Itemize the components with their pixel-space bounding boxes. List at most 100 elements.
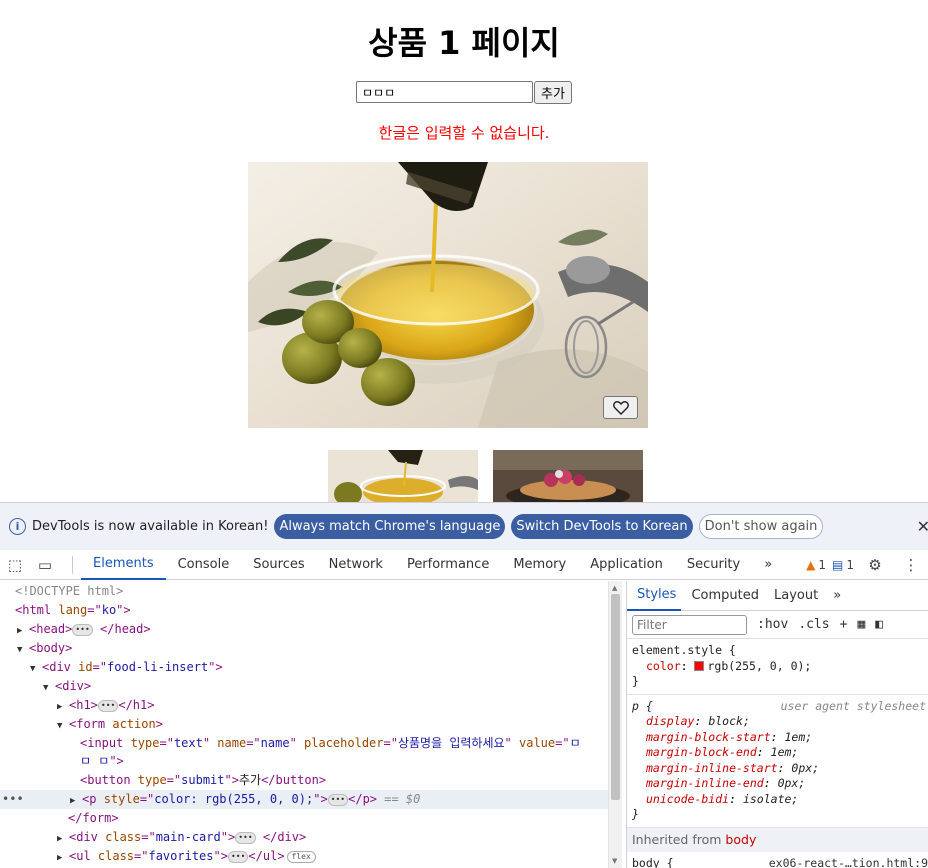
tab-performance[interactable]: Performance <box>395 550 501 580</box>
dont-show-again-button[interactable]: Don't show again <box>698 514 824 539</box>
ul-class-value: favorites <box>148 849 214 863</box>
dom-html[interactable]: <html lang="ko"> <box>15 601 131 620</box>
tab-computed[interactable]: Computed <box>681 581 764 611</box>
more-options-icon[interactable]: ⋮ <box>896 556 926 574</box>
decl-margin-inline-end: margin-inline-end: 0px; <box>646 776 806 790</box>
collapsed-ellipsis[interactable]: ••• <box>72 623 93 636</box>
tab-sources[interactable]: Sources <box>241 550 316 580</box>
body-rule: body { ex06-react-…tion.html:9 <box>627 852 928 868</box>
button-type-value: submit <box>181 773 225 787</box>
css-prop: margin-inline-end <box>646 776 764 790</box>
css-prop: margin-inline-start <box>646 760 778 775</box>
input-name-value: name <box>260 736 290 750</box>
css-prop: color <box>646 658 681 673</box>
styles-filter-input[interactable]: Filter <box>632 614 747 635</box>
device-toolbar-icon[interactable]: ▭ <box>30 556 60 574</box>
hover-state-toggle[interactable]: :hov <box>757 617 788 632</box>
input-value-part1: ㅁ <box>569 736 581 750</box>
css-val: 1em; <box>784 729 813 744</box>
dom-div-food-li-insert[interactable]: ▼ <div id="food-li-insert"> <box>30 658 223 677</box>
message-count: 1 <box>846 558 854 572</box>
color-swatch[interactable] <box>694 660 705 671</box>
messages-badge[interactable]: ▤ 1 <box>832 558 854 572</box>
add-button[interactable]: 추가 <box>534 81 572 104</box>
tab-security[interactable]: Security <box>675 550 752 580</box>
add-rule-icon[interactable]: + <box>840 617 848 632</box>
css-val: block; <box>708 714 750 728</box>
close-brace: } <box>632 807 639 821</box>
dom-p-selected[interactable]: ••• ▶ <p style="color: rgb(255, 0, 0);"> •… <box>0 790 608 809</box>
decl-margin-block-end: margin-block-end: 1em; <box>646 745 799 759</box>
collapsed-ellipsis[interactable]: ••• <box>327 793 349 806</box>
tab-network[interactable]: Network <box>317 550 395 580</box>
styles-sidebar: Styles Computed Layout » Filter :hov .cl… <box>626 581 928 868</box>
product-name-input[interactable] <box>356 81 533 103</box>
dom-doctype[interactable]: <!DOCTYPE html> <box>15 582 123 601</box>
more-tabs-chevron-icon[interactable]: » <box>752 550 784 580</box>
heart-icon <box>612 400 629 415</box>
dom-ul-favorites[interactable]: ▶ <ul class="favorites"> ••• </ul> flex <box>57 847 316 866</box>
tab-memory[interactable]: Memory <box>501 550 578 580</box>
element-style-selector: element.style { <box>632 643 736 657</box>
tab-elements[interactable]: Elements <box>81 550 166 580</box>
inspect-element-icon[interactable]: ⬚ <box>0 556 30 574</box>
class-toggle[interactable]: .cls <box>798 617 829 632</box>
favorite-heart-button[interactable] <box>603 396 638 419</box>
html-lang-value: ko <box>101 603 117 617</box>
div-id-value: food-li-insert <box>107 660 209 674</box>
elements-dom-tree: <!DOCTYPE html> <html lang="ko"> ▶ <head>… <box>0 581 608 868</box>
dom-form-close[interactable]: </form> <box>68 809 119 828</box>
thumbnail-dessert[interactable] <box>493 450 643 502</box>
devtools-panel: i DevTools is now available in Korean! A… <box>0 502 928 868</box>
scroll-down-icon[interactable]: ▼ <box>612 857 617 865</box>
doctype-text: <!DOCTYPE html> <box>15 584 124 598</box>
tab-styles[interactable]: Styles <box>627 581 682 611</box>
paint-brush-icon[interactable]: ▦ <box>857 617 865 632</box>
dom-input[interactable]: <input type="text" name="name" placehold… <box>80 734 581 753</box>
element-style-rule: element.style { color: rgb(255, 0, 0); } <box>627 639 928 695</box>
collapsed-ellipsis[interactable]: ••• <box>227 850 249 863</box>
thumbnail-dessert-photo <box>493 450 643 502</box>
always-match-language-button[interactable]: Always match Chrome's language <box>274 514 506 539</box>
dom-div-main-card[interactable]: ▶ <div class="main-card"> ••• </div> <box>57 828 306 847</box>
toggle-sidebar-icon[interactable]: ◧ <box>875 617 883 632</box>
body-selector: body { <box>632 855 674 868</box>
css-prop: display <box>646 714 695 728</box>
switch-to-korean-button[interactable]: Switch DevTools to Korean <box>511 514 693 539</box>
more-style-tabs-chevron-icon[interactable]: » <box>823 581 846 611</box>
close-icon[interactable]: ✕ <box>917 517 928 536</box>
css-val: 0px; <box>791 760 820 775</box>
input-placeholder-value: 상품명을 입력하세요 <box>397 736 505 750</box>
warnings-badge[interactable]: ▲ 1 <box>806 558 826 572</box>
tab-layout[interactable]: Layout <box>764 581 823 611</box>
decl-display: display: block; <box>646 714 750 728</box>
inherited-tag[interactable]: body <box>725 832 756 847</box>
css-prop: margin-block-end <box>646 745 757 759</box>
dom-head[interactable]: ▶ <head> ••• </head> <box>17 620 151 639</box>
error-message: 한글은 입력할 수 없습니다. <box>378 124 550 142</box>
warning-count: 1 <box>818 558 827 572</box>
gear-icon[interactable]: ⚙ <box>860 556 890 574</box>
button-text-value: 추가 <box>238 773 262 787</box>
tab-console[interactable]: Console <box>166 550 242 580</box>
row-more-icon[interactable]: ••• <box>2 790 24 809</box>
decl-unicode-bidi: unicode-bidi: isolate; <box>646 791 799 806</box>
dom-scrollbar-thumb[interactable] <box>611 594 620 800</box>
dom-form[interactable]: ▼ <form action> <box>57 715 163 734</box>
dom-div[interactable]: ▼ <div> <box>43 677 91 696</box>
dom-h1[interactable]: ▶ <h1> ••• </h1> <box>57 696 154 715</box>
inherited-label: Inherited from <box>632 831 722 847</box>
dom-input-continued[interactable]: ㅁ ㅁ"> <box>80 752 124 771</box>
dom-body[interactable]: ▼ <body> <box>17 639 72 658</box>
flex-badge[interactable]: flex <box>286 850 316 863</box>
info-icon: i <box>9 518 26 535</box>
body-source-link[interactable]: ex06-react-…tion.html:9 <box>769 856 928 868</box>
tab-application[interactable]: Application <box>578 550 675 580</box>
warning-icon: ▲ <box>806 558 816 572</box>
collapsed-ellipsis[interactable]: ••• <box>235 831 256 844</box>
collapsed-ellipsis[interactable]: ••• <box>97 699 119 712</box>
thumbnail-olive-oil[interactable] <box>328 450 478 502</box>
scroll-up-icon[interactable]: ▲ <box>612 584 617 592</box>
dom-button[interactable]: <button type="submit">추가</button> <box>80 771 326 790</box>
element-style-color-decl[interactable]: color: rgb(255, 0, 0); <box>632 659 923 675</box>
